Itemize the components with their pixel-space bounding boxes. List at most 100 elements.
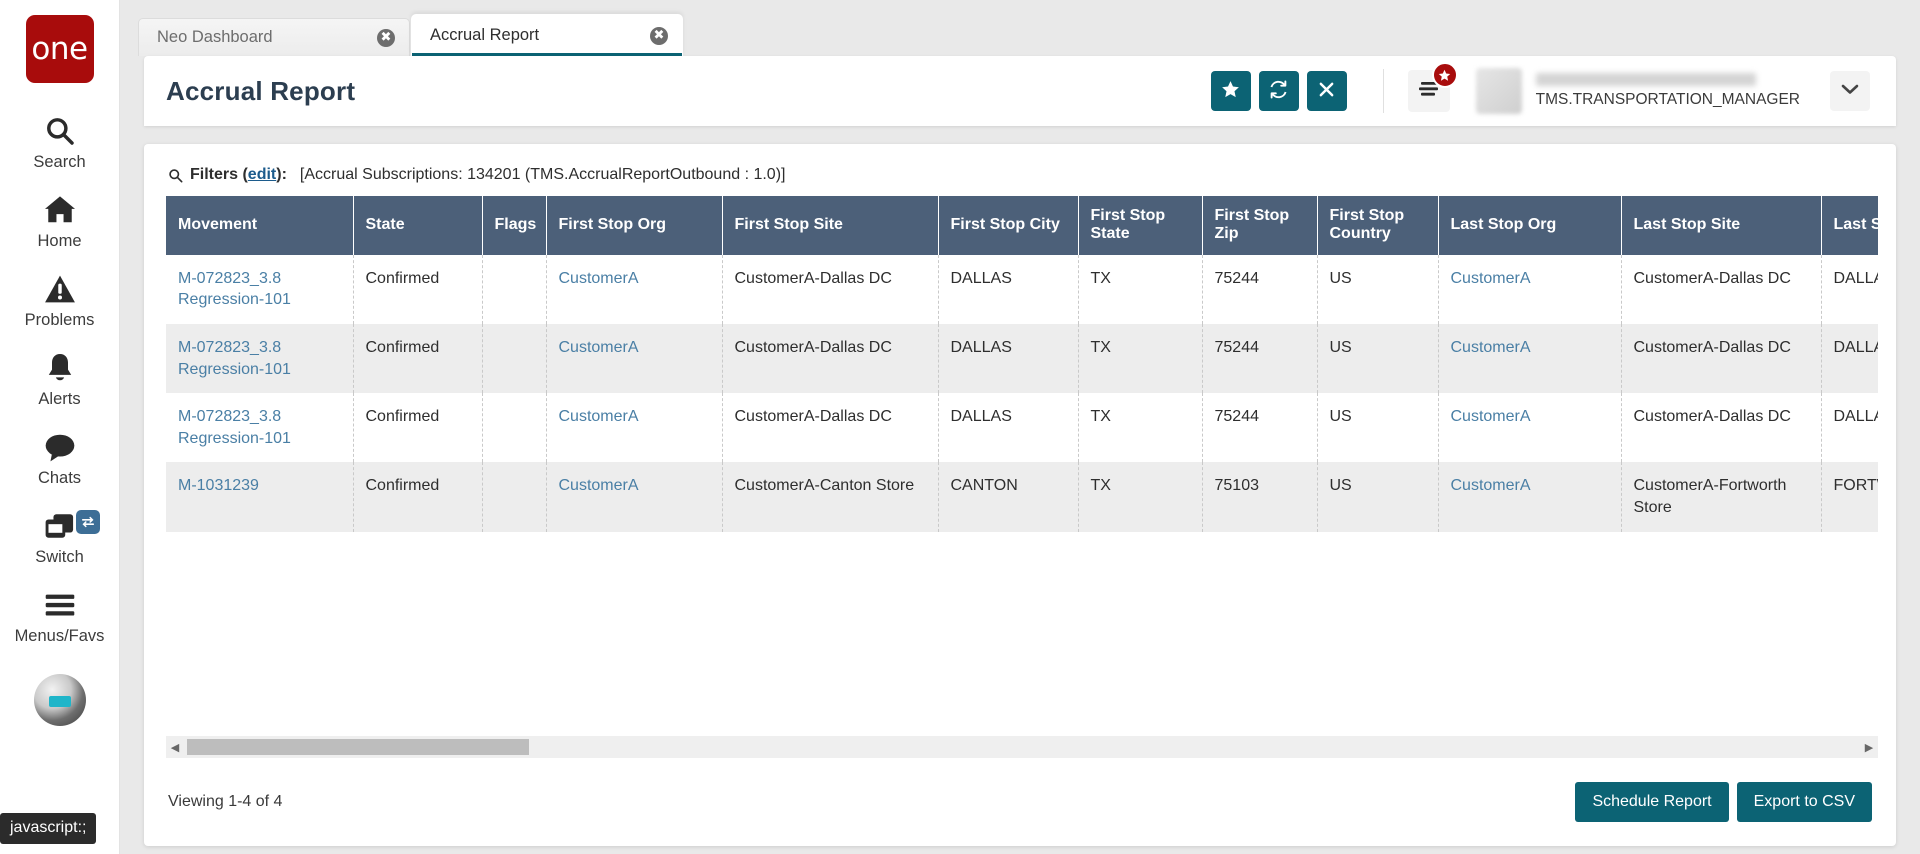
tab-accrual-report[interactable]: Accrual Report ✖ [411, 14, 683, 56]
tab-close-icon[interactable]: ✖ [377, 28, 395, 47]
favorite-button[interactable] [1210, 71, 1251, 111]
movement-link[interactable]: M-072823_3.8 Regression-101 [178, 408, 291, 447]
table-header-row: Movement State Flags First Stop Org Firs… [166, 196, 1878, 255]
cell-flags [482, 393, 547, 463]
user-names: TMS.TRANSPORTATION_MANAGER [1535, 68, 1800, 114]
column-header-flags[interactable]: Flags [482, 196, 547, 255]
sidebar-item-switch[interactable]: Switch [0, 494, 120, 573]
footer-buttons: Schedule Report Export to CSV [1567, 782, 1872, 822]
tab-neo-dashboard[interactable]: Neo Dashboard ✖ [138, 18, 410, 56]
cell-flags [482, 254, 547, 324]
org-link[interactable]: CustomerA [1451, 339, 1531, 356]
table-row[interactable]: M-072823_3.8 Regression-101 Confirmed Cu… [166, 393, 1878, 463]
cell-movement[interactable]: M-1031239 [166, 462, 354, 532]
warning-icon [44, 271, 76, 307]
column-header-last-stop-org[interactable]: Last Stop Org [1438, 196, 1622, 255]
horizontal-scrollbar[interactable]: ◀ ▶ [166, 736, 1878, 758]
sidebar-item-menus-favs[interactable]: Menus/Favs [0, 573, 120, 652]
assistant-avatar[interactable] [33, 674, 86, 726]
cell-last-stop-site: CustomerA-Dallas DC [1621, 393, 1822, 463]
search-icon [44, 113, 76, 149]
schedule-report-button[interactable]: Schedule Report [1575, 782, 1729, 822]
cell-first-stop-org[interactable]: CustomerA [546, 462, 723, 532]
cell-first-stop-zip: 75103 [1202, 462, 1318, 532]
cell-flags [482, 323, 547, 394]
movement-link[interactable]: M-072823_3.8 Regression-101 [178, 270, 291, 309]
cell-first-stop-state: TX [1078, 462, 1203, 532]
column-header-state[interactable]: State [353, 196, 483, 255]
close-button[interactable] [1306, 71, 1347, 111]
cell-first-stop-org[interactable]: CustomerA [546, 323, 723, 394]
scrollbar-thumb[interactable] [187, 739, 529, 755]
sidebar-item-label: Switch [35, 548, 84, 566]
cell-last-stop-site: CustomerA-Dallas DC [1621, 323, 1822, 394]
cell-last-stop: DALLAS [1821, 323, 1878, 394]
cell-movement[interactable]: M-072823_3.8 Regression-101 [166, 393, 354, 463]
column-header-movement[interactable]: Movement [166, 196, 354, 255]
refresh-icon [1268, 79, 1289, 103]
sidebar-item-chats[interactable]: Chats [0, 415, 120, 494]
cell-last-stop-site: CustomerA-Fortworth Store [1621, 462, 1822, 532]
org-link[interactable]: CustomerA [559, 408, 639, 425]
tab-label: Accrual Report [430, 26, 540, 44]
table-footer: Viewing 1-4 of 4 Schedule Report Export … [144, 758, 1896, 846]
accrual-report-table: Movement State Flags First Stop Org Firs… [166, 196, 1878, 532]
tab-close-icon[interactable]: ✖ [650, 26, 668, 45]
cell-first-stop-city: DALLAS [938, 323, 1079, 394]
table-row[interactable]: M-1031239 Confirmed CustomerA CustomerA-… [166, 462, 1878, 532]
cell-last-stop-org[interactable]: CustomerA [1438, 393, 1622, 463]
column-header-first-stop-zip[interactable]: First Stop Zip [1202, 196, 1318, 255]
sidebar-item-alerts[interactable]: Alerts [0, 336, 120, 415]
cell-first-stop-org[interactable]: CustomerA [546, 393, 723, 463]
column-header-last-stop-site[interactable]: Last Stop Site [1621, 196, 1822, 255]
one-logo[interactable]: one [25, 15, 94, 83]
filters-edit-link[interactable]: edit [248, 166, 276, 184]
cell-movement[interactable]: M-072823_3.8 Regression-101 [166, 323, 354, 394]
avatar [1475, 68, 1522, 114]
column-header-first-stop-site[interactable]: First Stop Site [722, 196, 939, 255]
org-link[interactable]: CustomerA [1451, 408, 1531, 425]
column-header-first-stop-country[interactable]: First Stop Country [1317, 196, 1439, 255]
filters-bar: Filters ( edit ): [Accrual Subscriptions… [144, 144, 1896, 196]
org-link[interactable]: CustomerA [559, 270, 639, 287]
cell-state: Confirmed [353, 462, 483, 532]
table-scroll-region[interactable]: Movement State Flags First Stop Org Firs… [166, 196, 1878, 736]
cell-last-stop-org[interactable]: CustomerA [1438, 462, 1622, 532]
cell-first-stop-zip: 75244 [1202, 323, 1318, 394]
cell-movement[interactable]: M-072823_3.8 Regression-101 [166, 254, 354, 324]
user-block[interactable]: TMS.TRANSPORTATION_MANAGER [1475, 68, 1800, 114]
cell-state: Confirmed [353, 393, 483, 463]
refresh-button[interactable] [1258, 71, 1299, 111]
column-header-first-stop-org[interactable]: First Stop Org [546, 196, 723, 255]
table-row[interactable]: M-072823_3.8 Regression-101 Confirmed Cu… [166, 254, 1878, 324]
org-link[interactable]: CustomerA [559, 477, 639, 494]
cell-first-stop-state: TX [1078, 323, 1203, 394]
header-actions: TMS.TRANSPORTATION_MANAGER [1203, 62, 1870, 114]
org-link[interactable]: CustomerA [559, 339, 639, 356]
switch-toggle-badge-icon[interactable] [75, 510, 100, 534]
cell-last-stop-org[interactable]: CustomerA [1438, 254, 1622, 324]
column-header-first-stop-state[interactable]: First Stop State [1078, 196, 1203, 255]
cell-first-stop-org[interactable]: CustomerA [546, 254, 723, 324]
search-icon [168, 168, 183, 183]
sidebar-item-search[interactable]: Search [0, 99, 120, 178]
user-menu-caret-button[interactable] [1830, 71, 1870, 111]
menu-favorites-button[interactable] [1407, 62, 1458, 112]
sidebar-item-problems[interactable]: Problems [0, 257, 120, 336]
table-row[interactable]: M-072823_3.8 Regression-101 Confirmed Cu… [166, 323, 1878, 394]
org-link[interactable]: CustomerA [1451, 270, 1531, 287]
cell-flags [482, 462, 547, 532]
column-header-last-stop[interactable]: Last Stop [1821, 196, 1878, 255]
cell-last-stop-site: CustomerA-Dallas DC [1621, 254, 1822, 324]
movement-link[interactable]: M-072823_3.8 Regression-101 [178, 339, 291, 378]
table-body: M-072823_3.8 Regression-101 Confirmed Cu… [166, 254, 1878, 532]
column-header-first-stop-city[interactable]: First Stop City [938, 196, 1079, 255]
cell-last-stop-org[interactable]: CustomerA [1438, 323, 1622, 394]
org-link[interactable]: CustomerA [1451, 477, 1531, 494]
movement-link[interactable]: M-1031239 [178, 477, 259, 494]
sidebar-item-home[interactable]: Home [0, 178, 120, 257]
scroll-right-arrow-icon[interactable]: ▶ [1860, 736, 1878, 758]
export-to-csv-button[interactable]: Export to CSV [1736, 782, 1872, 822]
main-area: Neo Dashboard ✖ Accrual Report ✖ Accrual… [120, 0, 1920, 854]
scroll-left-arrow-icon[interactable]: ◀ [166, 736, 184, 758]
